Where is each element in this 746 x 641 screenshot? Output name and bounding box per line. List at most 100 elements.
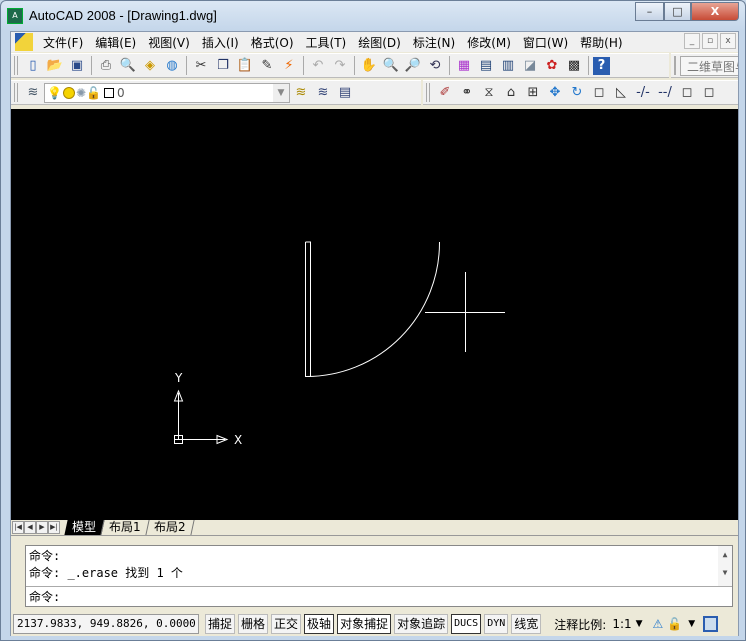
- layer-properties-icon[interactable]: ≋: [23, 83, 43, 103]
- mirror-icon[interactable]: ⧖: [479, 83, 499, 103]
- block-editor-icon[interactable]: ⚡: [279, 56, 299, 76]
- menu-item[interactable]: 编辑(E): [89, 34, 142, 51]
- sun-icon[interactable]: [62, 86, 75, 99]
- trim-icon[interactable]: -/-: [633, 83, 653, 103]
- erase-icon[interactable]: ✐: [435, 83, 455, 103]
- annotation-scale-value[interactable]: 1:1: [612, 617, 631, 631]
- extend-icon[interactable]: --/: [655, 83, 675, 103]
- 3d-dwf-icon[interactable]: ◍: [162, 56, 182, 76]
- status-toggle-极轴[interactable]: 极轴: [304, 614, 335, 634]
- move-icon[interactable]: ✥: [545, 83, 565, 103]
- redo-icon[interactable]: ↷: [330, 56, 350, 76]
- sheet-set-icon[interactable]: ◪: [520, 56, 540, 76]
- layer-previous-icon[interactable]: ≋: [313, 83, 333, 103]
- properties-icon[interactable]: ▦: [454, 56, 474, 76]
- zoom-previous-icon[interactable]: ⟲: [425, 56, 445, 76]
- open-icon[interactable]: 📂: [45, 56, 65, 76]
- rotate-icon[interactable]: ↻: [567, 83, 587, 103]
- door-swing-arc[interactable]: [305, 241, 441, 378]
- freeze-icon[interactable]: ✺: [76, 86, 86, 100]
- markup-icon[interactable]: ✿: [542, 56, 562, 76]
- menu-item[interactable]: 绘图(D): [352, 34, 407, 51]
- status-toggle-ducs[interactable]: DUCS: [451, 614, 482, 634]
- menu-item[interactable]: 视图(V): [142, 34, 196, 51]
- offset-icon[interactable]: ⌂: [501, 83, 521, 103]
- door-jamb[interactable]: [305, 241, 311, 377]
- chevron-down-icon[interactable]: ▼: [273, 83, 289, 102]
- maximize-button[interactable]: □: [664, 2, 691, 21]
- chevron-down-icon[interactable]: ▼: [636, 619, 643, 629]
- design-center-icon[interactable]: ▤: [476, 56, 496, 76]
- workspace-combo[interactable]: 二维草图与注释: [680, 55, 738, 76]
- tab-nav-button[interactable]: ▶|: [48, 521, 60, 534]
- command-input[interactable]: 命令:: [26, 587, 732, 608]
- plot-preview-icon[interactable]: 🔍: [118, 56, 138, 76]
- coordinate-readout[interactable]: 2137.9833, 949.8826, 0.0000: [13, 614, 199, 634]
- make-current-icon[interactable]: ≋: [291, 83, 311, 103]
- calculator-icon[interactable]: ▩: [564, 56, 584, 76]
- scroll-down-icon[interactable]: ▼: [718, 564, 732, 582]
- status-toggle-线宽[interactable]: 线宽: [511, 614, 542, 634]
- join-icon[interactable]: ◻: [699, 83, 719, 103]
- cut-icon[interactable]: ✂: [191, 56, 211, 76]
- menu-item[interactable]: 文件(F): [37, 34, 89, 51]
- autocad-app-icon[interactable]: A: [7, 8, 23, 24]
- zoom-realtime-icon[interactable]: 🔍: [381, 56, 401, 76]
- publish-icon[interactable]: ◈: [140, 56, 160, 76]
- break-icon[interactable]: ◻: [677, 83, 697, 103]
- doc-minimize-button[interactable]: _: [684, 33, 700, 49]
- undo-icon[interactable]: ↶: [308, 56, 328, 76]
- match-properties-icon[interactable]: ✎: [257, 56, 277, 76]
- tab-nav-button[interactable]: |◀: [12, 521, 24, 534]
- tab-layout2[interactable]: 布局2: [146, 520, 194, 535]
- stretch-icon[interactable]: ◺: [611, 83, 631, 103]
- menu-item[interactable]: 修改(M): [461, 34, 517, 51]
- plot-icon[interactable]: ⎙: [96, 56, 116, 76]
- status-toggle-对象捕捉[interactable]: 对象捕捉: [337, 614, 392, 634]
- status-toggle-dyn[interactable]: DYN: [484, 614, 509, 634]
- menu-item[interactable]: 插入(I): [196, 34, 245, 51]
- scale-icon[interactable]: ◻: [589, 83, 609, 103]
- zoom-window-icon[interactable]: 🔎: [403, 56, 423, 76]
- doc-restore-button[interactable]: ▫: [702, 33, 718, 49]
- menu-item[interactable]: 标注(N): [407, 34, 461, 51]
- toolbar-grip[interactable]: [426, 83, 430, 102]
- scroll-up-icon[interactable]: ▲: [718, 546, 732, 564]
- toolbar-grip[interactable]: [14, 83, 18, 102]
- doc-close-button[interactable]: x: [720, 33, 736, 49]
- save-icon[interactable]: ▣: [67, 56, 87, 76]
- copy-icon[interactable]: ❐: [213, 56, 233, 76]
- clean-screen-icon[interactable]: [703, 616, 719, 632]
- new-icon[interactable]: ▯: [23, 56, 43, 76]
- tab-nav-button[interactable]: ▶: [36, 521, 48, 534]
- light-bulb-icon[interactable]: 💡: [47, 86, 62, 100]
- tab-nav-button[interactable]: ◀: [24, 521, 36, 534]
- drawing-canvas[interactable]: Y X: [11, 109, 738, 520]
- status-toggle-正交[interactable]: 正交: [271, 614, 302, 634]
- status-toggle-对象追踪[interactable]: 对象追踪: [394, 614, 449, 634]
- lock-icon[interactable]: 🔓: [86, 86, 101, 100]
- toolbar-grip[interactable]: [14, 56, 18, 75]
- menu-item[interactable]: 窗口(W): [517, 34, 574, 51]
- close-button[interactable]: X: [691, 2, 739, 21]
- minimize-button[interactable]: –: [635, 2, 664, 21]
- chevron-down-icon[interactable]: ▼: [688, 619, 695, 629]
- status-toggle-捕捉[interactable]: 捕捉: [205, 614, 236, 634]
- menu-item[interactable]: 帮助(H): [574, 34, 628, 51]
- tool-palettes-icon[interactable]: ▥: [498, 56, 518, 76]
- paste-icon[interactable]: 📋: [235, 56, 255, 76]
- document-icon[interactable]: [15, 33, 33, 51]
- menu-item[interactable]: 工具(T): [300, 34, 353, 51]
- tab-model[interactable]: 模型: [64, 520, 105, 535]
- annotation-visibility-icon[interactable]: ⚠: [653, 617, 664, 631]
- help-icon[interactable]: ?: [593, 56, 610, 75]
- layer-combo[interactable]: 💡 ✺ 🔓 0 ▼: [44, 82, 290, 103]
- toolbar-grip[interactable]: [674, 56, 676, 75]
- array-icon[interactable]: ⊞: [523, 83, 543, 103]
- layer-states-icon[interactable]: ▤: [335, 83, 355, 103]
- copy-object-icon[interactable]: ⚭: [457, 83, 477, 103]
- menu-item[interactable]: 格式(O): [245, 34, 300, 51]
- status-toggle-栅格[interactable]: 栅格: [238, 614, 269, 634]
- toolbar-lock-icon[interactable]: 🔓: [667, 617, 682, 631]
- command-scrollbar[interactable]: ▲ ▼: [718, 546, 732, 586]
